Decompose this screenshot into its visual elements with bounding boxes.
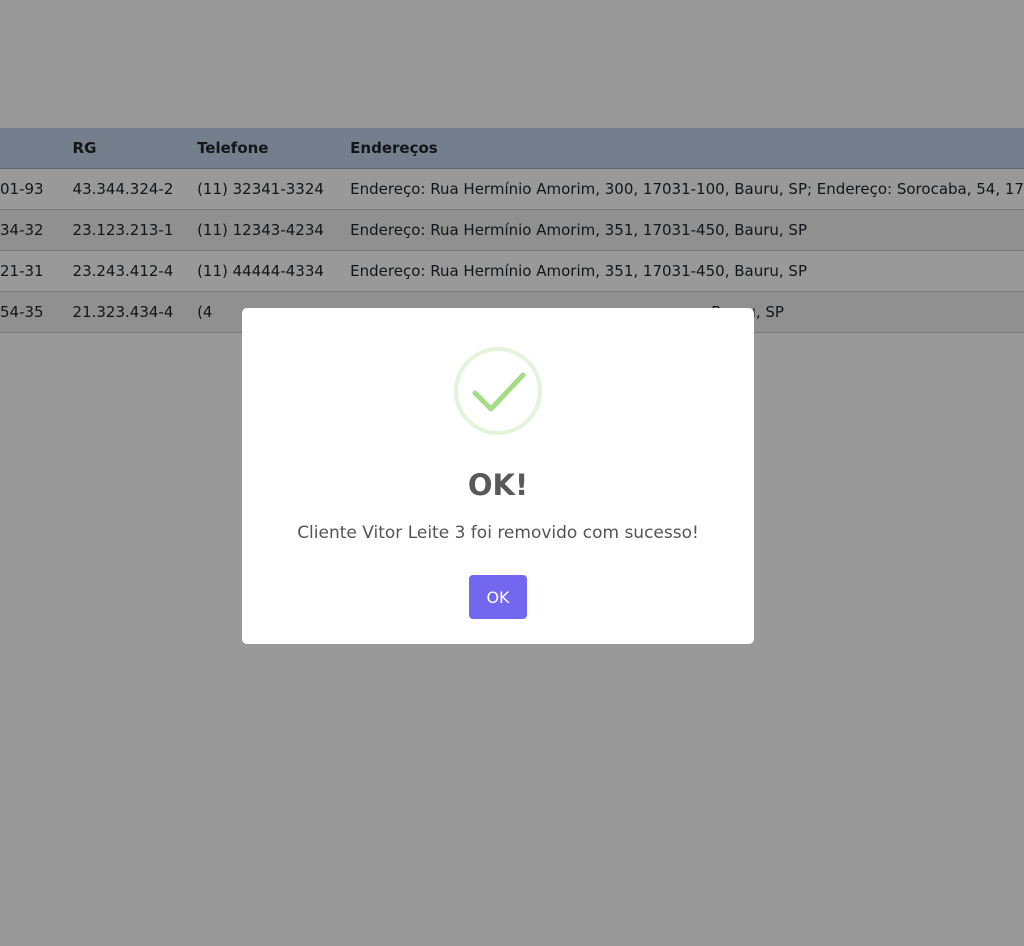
dialog-message: Cliente Vitor Leite 3 foi removido com s… <box>297 523 699 543</box>
confirm-button[interactable]: OK <box>469 575 527 619</box>
success-dialog: OK! Cliente Vitor Leite 3 foi removido c… <box>242 308 754 644</box>
dialog-title: OK! <box>467 468 529 502</box>
success-check-icon <box>454 347 542 435</box>
